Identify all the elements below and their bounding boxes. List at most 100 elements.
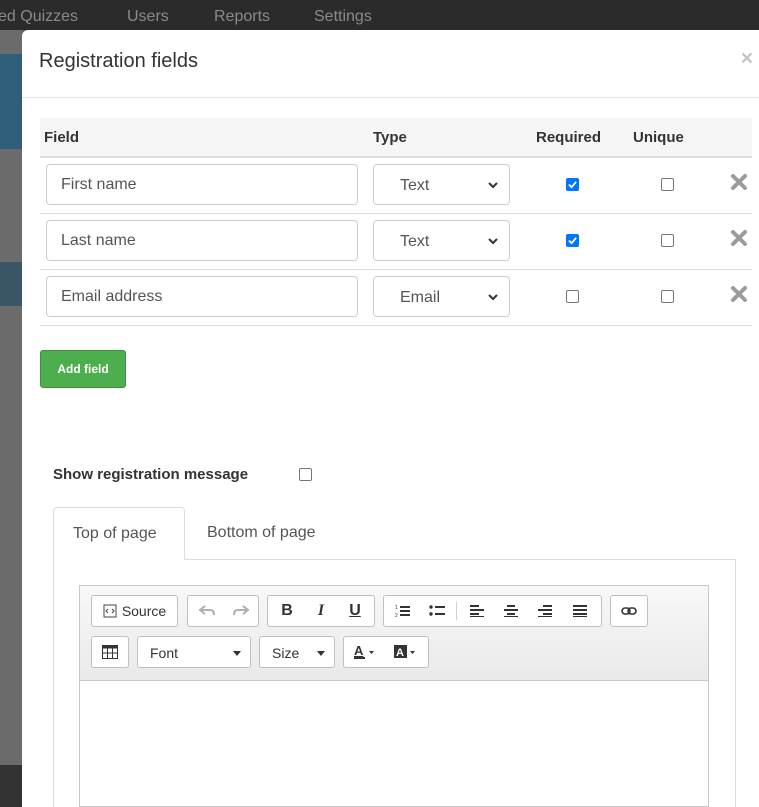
header-field: Field [44,129,80,146]
color-group: A A [343,636,429,668]
table-row: Text [40,213,752,270]
size-combo-label: Size [272,645,300,661]
align-left-button[interactable] [460,596,494,626]
tab-label: Top of page [73,525,157,542]
tab-top-of-page[interactable]: Top of page [53,507,185,560]
font-combo[interactable]: Font [137,636,251,668]
chevron-down-icon [488,182,498,189]
check-icon [568,237,577,245]
align-right-icon [538,605,552,617]
type-select[interactable]: Text [373,164,510,205]
check-icon [568,181,577,189]
unique-checkbox[interactable] [661,178,674,191]
header-required: Required [536,129,602,146]
nav-item-reports[interactable]: Reports [214,8,270,26]
modal-header: Registration fields × [22,30,759,98]
message-tabs: Top of page Bottom of page [53,507,736,560]
align-center-icon [504,605,518,617]
underline-button[interactable]: U [338,596,372,626]
justify-icon [573,605,587,617]
tab-bottom-of-page[interactable]: Bottom of page [185,507,335,559]
backdrop-sidebar [0,30,22,807]
svg-text:2: 2 [395,613,398,618]
italic-button[interactable]: I [304,596,338,626]
align-left-icon [470,605,484,617]
link-group [610,595,648,627]
app-nav-bar: ed Quizzes Users Reports Settings [0,0,759,30]
unique-checkbox[interactable] [661,234,674,247]
redo-button[interactable] [224,596,258,626]
align-right-button[interactable] [528,596,562,626]
delete-row-icon[interactable] [730,285,748,303]
required-checkbox[interactable] [566,178,579,191]
link-button[interactable] [612,596,646,626]
background-color-button[interactable]: A [386,637,426,667]
header-unique: Unique [633,129,684,146]
field-name-input[interactable] [46,164,358,205]
font-combo-label: Font [150,645,179,661]
caret-down-icon [233,651,241,656]
source-group: Source [91,595,178,627]
chevron-down-icon [488,294,498,301]
add-field-button[interactable]: Add field [40,350,126,388]
registration-fields-modal: Registration fields × Field Type Require… [22,30,759,807]
type-select[interactable]: Text [373,220,510,261]
align-center-button[interactable] [494,596,528,626]
link-icon [621,607,637,615]
paragraph-group: 12 [383,595,602,627]
history-group [187,595,259,627]
backdrop-panel [0,262,22,306]
rich-text-editor: Source B I U 12 Font Size A A [79,585,709,807]
type-select-value: Email [400,289,441,306]
toolbar-separator [456,602,457,620]
text-color-icon: A [354,644,374,659]
source-button[interactable]: Source [92,596,177,626]
justify-button[interactable] [562,596,598,626]
format-group: B I U [267,595,375,627]
table-group [91,636,129,668]
tab-label: Bottom of page [207,524,316,541]
editor-toolbar: Source B I U 12 Font Size A A [80,586,708,681]
backdrop-banner [0,54,22,149]
header-type: Type [373,129,407,146]
nav-item-users[interactable]: Users [127,8,169,26]
registration-message-label: Show registration message [53,466,249,483]
field-name-input[interactable] [46,220,358,261]
undo-icon [199,605,215,616]
numbered-list-icon: 12 [395,605,410,618]
required-checkbox[interactable] [566,234,579,247]
undo-button[interactable] [190,596,224,626]
nav-item-settings[interactable]: Settings [314,8,372,26]
nav-item-quizzes[interactable]: ed Quizzes [0,8,78,26]
backdrop-footer [0,765,22,807]
svg-text:A: A [396,647,404,659]
bold-button[interactable]: B [270,596,304,626]
close-icon[interactable]: × [741,48,753,69]
delete-row-icon[interactable] [730,229,748,247]
registration-message-checkbox[interactable] [299,468,312,481]
bulleted-list-button[interactable] [420,596,454,626]
svg-text:A: A [354,644,364,658]
text-color-button[interactable]: A [346,637,386,667]
svg-text:1: 1 [395,605,398,611]
background-color-icon: A [394,645,415,659]
table-header: Field Type Required Unique [40,118,752,158]
editor-content[interactable] [80,681,708,806]
required-checkbox[interactable] [566,290,579,303]
bulleted-list-icon [429,605,445,616]
type-select[interactable]: Email [373,276,510,317]
delete-row-icon[interactable] [730,173,748,191]
table-row: Text [40,157,752,214]
modal-title: Registration fields [39,50,198,72]
field-name-input[interactable] [46,276,358,317]
type-select-value: Text [400,177,430,194]
caret-down-icon [317,651,325,656]
redo-icon [233,605,249,616]
unique-checkbox[interactable] [661,290,674,303]
table-row: Email [40,269,752,326]
numbered-list-button[interactable]: 12 [386,596,420,626]
table-button[interactable] [93,637,127,667]
size-combo[interactable]: Size [259,636,335,668]
source-label: Source [121,603,167,619]
type-select-value: Text [400,233,430,250]
